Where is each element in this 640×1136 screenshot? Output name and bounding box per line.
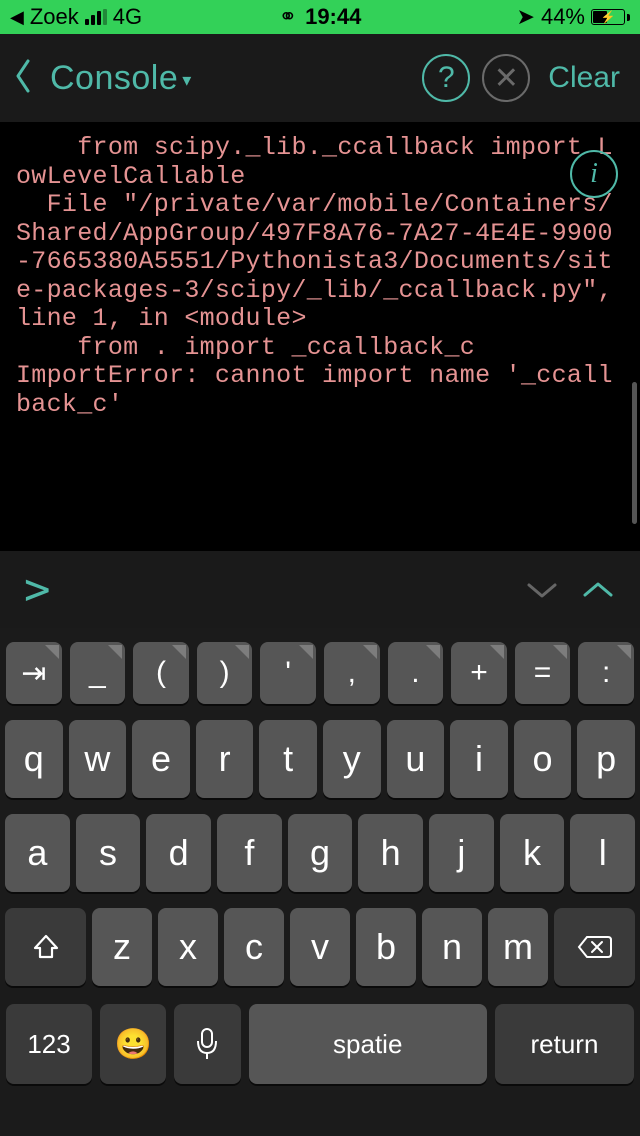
key-quote[interactable]: ' [260,642,316,704]
help-button[interactable]: ? [422,54,470,102]
question-icon: ? [438,61,455,95]
signal-icon [85,9,107,25]
location-icon: ➤ [517,4,535,30]
battery-icon: ⚡ [591,9,630,25]
back-chevron-icon[interactable] [14,59,32,98]
key-m[interactable]: m [488,908,548,986]
keyboard: ⇥ _ ( ) ' , . + = : q w e r t y u i o p … [0,628,640,1136]
key-x[interactable]: x [158,908,218,986]
info-icon: i [590,158,598,190]
link-icon: ⚭ [279,4,297,30]
network-label: 4G [113,4,142,30]
key-i[interactable]: i [450,720,508,798]
console-output-pane[interactable]: from scipy._lib._ccallback import LowLev… [0,122,640,550]
key-v[interactable]: v [290,908,350,986]
key-period[interactable]: . [388,642,444,704]
close-icon: ✕ [494,61,519,96]
key-a[interactable]: a [5,814,70,892]
key-r[interactable]: r [196,720,254,798]
key-u[interactable]: u [387,720,445,798]
key-lparen[interactable]: ( [133,642,189,704]
key-return[interactable]: return [495,1004,634,1084]
key-b[interactable]: b [356,908,416,986]
keyboard-row-1: q w e r t y u i o p [0,712,640,806]
backspace-icon [577,934,613,960]
console-input-row: > [0,550,640,628]
key-e[interactable]: e [132,720,190,798]
key-dictate[interactable] [174,1004,240,1084]
clear-button[interactable]: Clear [542,61,626,95]
key-p[interactable]: p [577,720,635,798]
keyboard-bottom-row: 123 😀 spatie return [0,994,640,1098]
scrollbar[interactable] [632,382,637,524]
key-backspace[interactable] [554,908,635,986]
key-plus[interactable]: + [451,642,507,704]
clock: 19:44 [305,4,361,30]
info-button[interactable]: i [570,150,618,198]
status-bar: ◀ Zoek 4G ⚭ 19:44 ➤ 44% ⚡ [0,0,640,34]
key-h[interactable]: h [358,814,423,892]
close-button[interactable]: ✕ [482,54,530,102]
key-underscore[interactable]: _ [70,642,126,704]
header-title-dropdown[interactable]: Console▾ [50,59,192,98]
header-title: Console [50,59,178,97]
key-rparen[interactable]: ) [197,642,253,704]
key-colon[interactable]: : [578,642,634,704]
key-c[interactable]: c [224,908,284,986]
key-space[interactable]: spatie [249,1004,487,1084]
key-j[interactable]: j [429,814,494,892]
key-y[interactable]: y [323,720,381,798]
back-to-app-icon[interactable]: ◀ [10,7,24,28]
key-s[interactable]: s [76,814,141,892]
key-tab[interactable]: ⇥ [6,642,62,704]
key-q[interactable]: q [5,720,63,798]
key-123[interactable]: 123 [6,1004,92,1084]
back-to-app-label[interactable]: Zoek [30,4,79,30]
key-o[interactable]: o [514,720,572,798]
prompt-symbol: > [24,564,51,615]
key-w[interactable]: w [69,720,127,798]
history-up-button[interactable] [580,572,616,608]
keyboard-row-3: z x c v b n m [0,900,640,994]
emoji-icon: 😀 [115,1027,152,1062]
dropdown-icon: ▾ [182,70,192,90]
key-f[interactable]: f [217,814,282,892]
key-l[interactable]: l [570,814,635,892]
mic-icon [196,1027,218,1061]
battery-pct: 44% [541,4,585,30]
key-equals[interactable]: = [515,642,571,704]
key-g[interactable]: g [288,814,353,892]
app-header: Console▾ ? ✕ Clear [0,34,640,122]
keyboard-row-2: a s d f g h j k l [0,806,640,900]
key-n[interactable]: n [422,908,482,986]
history-down-button[interactable] [524,572,560,608]
key-shift[interactable] [5,908,86,986]
key-z[interactable]: z [92,908,152,986]
key-comma[interactable]: , [324,642,380,704]
keyboard-symbol-row: ⇥ _ ( ) ' , . + = : [0,628,640,712]
key-d[interactable]: d [146,814,211,892]
key-t[interactable]: t [259,720,317,798]
key-k[interactable]: k [500,814,565,892]
shift-icon [31,932,61,962]
console-output-text: from scipy._lib._ccallback import LowLev… [16,134,624,419]
key-emoji[interactable]: 😀 [100,1004,166,1084]
